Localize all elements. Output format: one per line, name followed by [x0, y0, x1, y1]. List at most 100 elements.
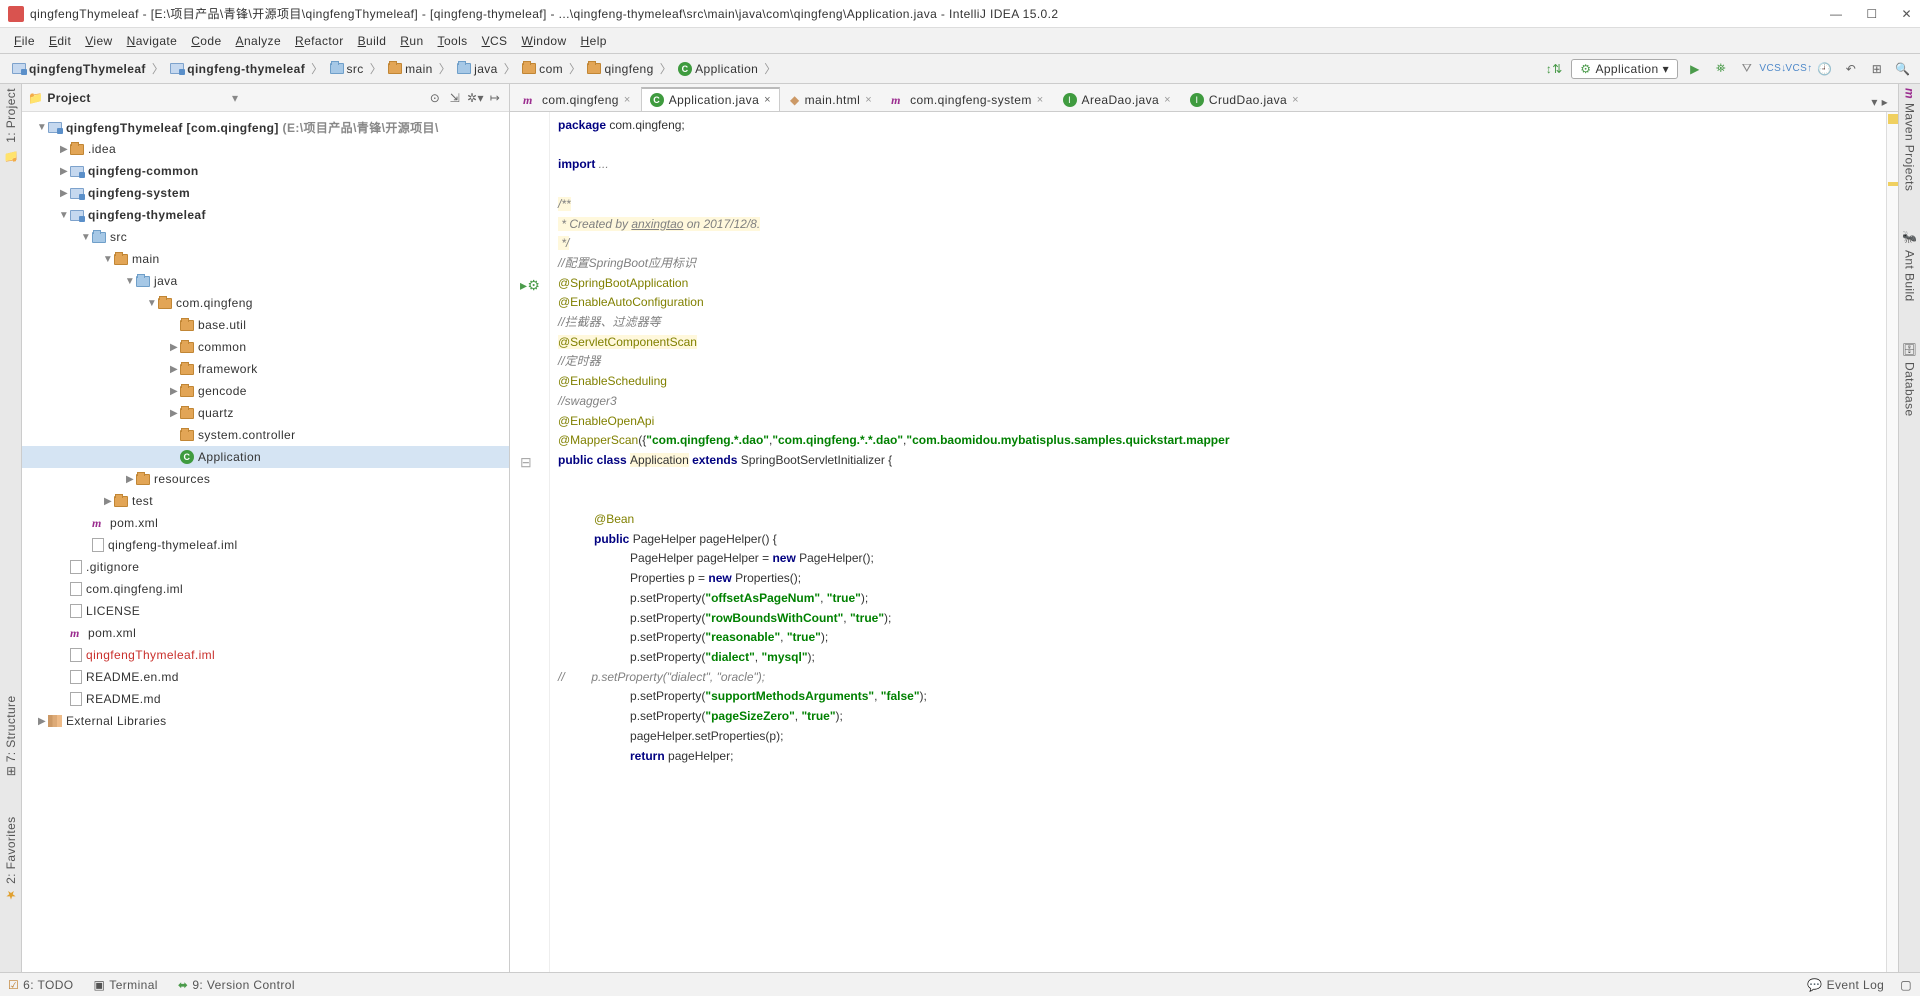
tabs-more-icon[interactable]: ▾ ▸	[1865, 93, 1894, 111]
menu-build[interactable]: Build	[352, 32, 393, 50]
editor-tab[interactable]: mcom.qingfeng×	[514, 88, 640, 111]
project-view-icon[interactable]: 📁	[28, 91, 43, 105]
tree-row[interactable]: ▼main	[22, 248, 509, 270]
vcs-update-icon[interactable]: VCS↓	[1764, 60, 1782, 78]
breadcrumb-item[interactable]: main	[384, 62, 437, 76]
tree-row[interactable]: qingfengThymeleaf.iml	[22, 644, 509, 666]
tree-arrow-icon[interactable]: ▶	[168, 386, 180, 397]
tool-structure[interactable]: ⊞7: Structure	[4, 695, 18, 776]
collapse-icon[interactable]: ⇲	[447, 91, 463, 105]
tree-row[interactable]: ▶.idea	[22, 138, 509, 160]
tree-row[interactable]: README.en.md	[22, 666, 509, 688]
menu-help[interactable]: Help	[575, 32, 613, 50]
hide-icon[interactable]: ↦	[487, 91, 503, 105]
menu-view[interactable]: View	[79, 32, 118, 50]
breadcrumb-item[interactable]: qingfeng-thymeleaf	[166, 62, 309, 76]
editor-tab[interactable]: IAreaDao.java×	[1054, 88, 1180, 111]
status-todo[interactable]: ☑6: TODO	[8, 978, 74, 992]
tree-row[interactable]: ▼qingfeng-thymeleaf	[22, 204, 509, 226]
menu-window[interactable]: Window	[515, 32, 572, 50]
minimize-button[interactable]: ―	[1830, 7, 1842, 21]
close-tab-icon[interactable]: ×	[1292, 94, 1299, 106]
tree-arrow-icon[interactable]: ▶	[168, 364, 180, 375]
tree-arrow-icon[interactable]: ▶	[58, 188, 70, 199]
sync-icon[interactable]: ↕⇅	[1545, 60, 1563, 78]
status-event-log[interactable]: 💬Event Log	[1807, 978, 1884, 992]
maximize-button[interactable]: ☐	[1866, 7, 1877, 21]
menu-file[interactable]: File	[8, 32, 41, 50]
editor-tab[interactable]: ◆main.html×	[781, 88, 881, 111]
undo-icon[interactable]: ↶	[1842, 60, 1860, 78]
editor-tab[interactable]: mcom.qingfeng-system×	[882, 88, 1052, 111]
menu-navigate[interactable]: Navigate	[121, 32, 184, 50]
tree-row[interactable]: qingfeng-thymeleaf.iml	[22, 534, 509, 556]
tree-row[interactable]: CApplication	[22, 446, 509, 468]
search-icon[interactable]: 🔍	[1894, 60, 1912, 78]
tool-favorites[interactable]: ★2: Favorites	[4, 816, 18, 902]
breadcrumb-item[interactable]: qingfeng	[583, 62, 657, 76]
gear-icon[interactable]: ✲▾	[467, 91, 483, 105]
tree-row[interactable]: .gitignore	[22, 556, 509, 578]
tree-row[interactable]: ▼com.qingfeng	[22, 292, 509, 314]
tree-row[interactable]: ▶gencode	[22, 380, 509, 402]
tree-row[interactable]: ▼java	[22, 270, 509, 292]
tree-row[interactable]: ▼src	[22, 226, 509, 248]
tree-arrow-icon[interactable]: ▶	[168, 408, 180, 419]
vcs-history-icon[interactable]: 🕘	[1816, 60, 1834, 78]
tree-arrow-icon[interactable]: ▼	[36, 122, 48, 133]
menu-run[interactable]: Run	[394, 32, 429, 50]
close-button[interactable]: ✕	[1902, 7, 1912, 21]
tree-arrow-icon[interactable]: ▶	[168, 342, 180, 353]
tree-arrow-icon[interactable]: ▼	[124, 276, 136, 287]
coverage-button[interactable]: ⛛	[1738, 60, 1756, 78]
tree-row[interactable]: LICENSE	[22, 600, 509, 622]
editor-tab[interactable]: ICrudDao.java×	[1181, 88, 1308, 111]
menu-code[interactable]: Code	[185, 32, 227, 50]
tree-row[interactable]: ▶test	[22, 490, 509, 512]
menu-edit[interactable]: Edit	[43, 32, 77, 50]
tree-row[interactable]: ▶External Libraries	[22, 710, 509, 732]
close-tab-icon[interactable]: ×	[624, 94, 631, 106]
tree-arrow-icon[interactable]: ▶	[58, 166, 70, 177]
status-vcs[interactable]: ⬌9: Version Control	[178, 978, 295, 992]
menu-tools[interactable]: Tools	[432, 32, 474, 50]
breadcrumb-item[interactable]: CApplication	[674, 62, 762, 76]
close-tab-icon[interactable]: ×	[865, 94, 872, 106]
close-tab-icon[interactable]: ×	[1164, 94, 1171, 106]
tree-arrow-icon[interactable]: ▼	[102, 254, 114, 265]
vcs-commit-icon[interactable]: VCS↑	[1790, 60, 1808, 78]
editor-tab[interactable]: CApplication.java×	[641, 87, 780, 111]
status-terminal[interactable]: ▣Terminal	[94, 978, 158, 992]
close-tab-icon[interactable]: ×	[1037, 94, 1044, 106]
tree-arrow-icon[interactable]: ▼	[80, 232, 92, 243]
structure-icon[interactable]: ⊞	[1868, 60, 1886, 78]
tree-row[interactable]: ▶qingfeng-common	[22, 160, 509, 182]
tree-row[interactable]: system.controller	[22, 424, 509, 446]
menu-vcs[interactable]: VCS	[476, 32, 514, 50]
chevron-down-icon[interactable]: ▾	[232, 91, 238, 105]
tree-arrow-icon[interactable]: ▶	[102, 496, 114, 507]
menu-analyze[interactable]: Analyze	[230, 32, 288, 50]
menu-refactor[interactable]: Refactor	[289, 32, 350, 50]
tree-row[interactable]: base.util	[22, 314, 509, 336]
scroll-to-icon[interactable]: ⊙	[427, 91, 443, 105]
breadcrumb-item[interactable]: src	[326, 62, 368, 76]
tree-row[interactable]: mpom.xml	[22, 622, 509, 644]
code-body[interactable]: package com.qingfeng; import ... /** * C…	[550, 112, 1886, 972]
tree-row[interactable]: ▶quartz	[22, 402, 509, 424]
tree-row[interactable]: README.md	[22, 688, 509, 710]
tree-row[interactable]: ▶common	[22, 336, 509, 358]
tree-row[interactable]: ▶resources	[22, 468, 509, 490]
tree-row[interactable]: ▶qingfeng-system	[22, 182, 509, 204]
breadcrumb-item[interactable]: java	[453, 62, 502, 76]
tree-row[interactable]: mpom.xml	[22, 512, 509, 534]
run-gutter-icon[interactable]: ▸⚙	[520, 277, 540, 294]
fold-icon[interactable]: ⊟	[520, 454, 532, 471]
tree-arrow-icon[interactable]: ▶	[36, 716, 48, 727]
tool-database[interactable]: 🗄Database	[1903, 342, 1917, 416]
close-tab-icon[interactable]: ×	[764, 94, 771, 106]
tool-ant[interactable]: 🐜Ant Build	[1903, 231, 1917, 302]
tree-arrow-icon[interactable]: ▼	[146, 298, 158, 309]
run-config-combo[interactable]: ⚙ Application ▾	[1571, 59, 1678, 79]
tree-row[interactable]: ▶framework	[22, 358, 509, 380]
